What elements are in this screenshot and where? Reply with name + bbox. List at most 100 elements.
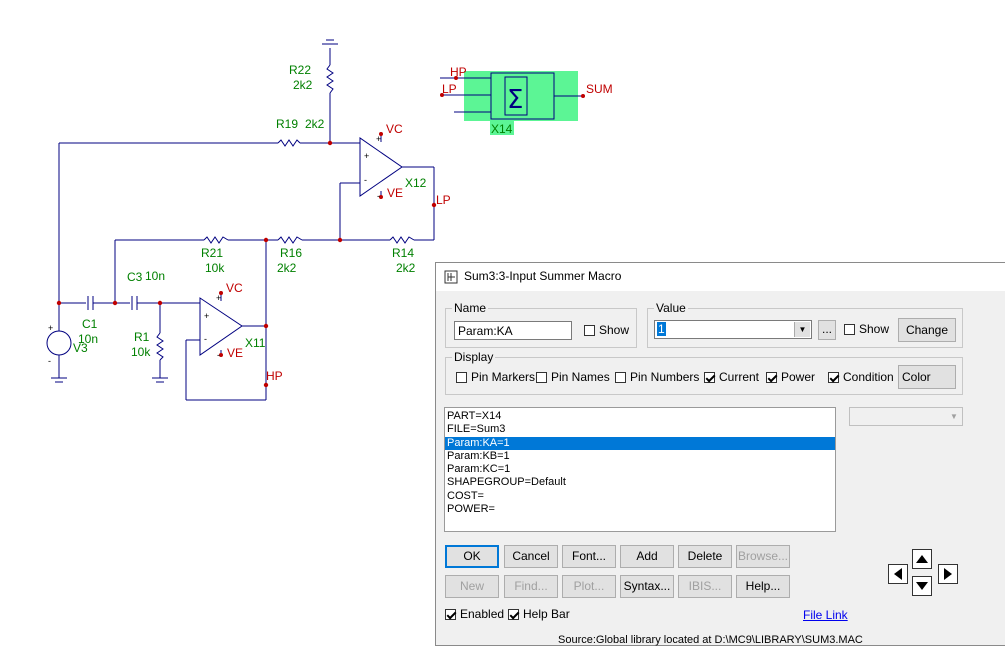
find-button[interactable]: Find... [504, 575, 558, 598]
list-item[interactable]: COST= [445, 490, 835, 503]
attribute-list[interactable]: PART=X14 FILE=Sum3 Param:KA=1 Param:KB=1… [444, 407, 836, 532]
svg-text:+: + [364, 151, 369, 161]
move-down-button[interactable] [912, 576, 932, 596]
name-show-checkbox[interactable]: Show [584, 323, 629, 337]
color-button[interactable]: Color [898, 365, 956, 389]
ibis-button[interactable]: IBIS... [678, 575, 732, 598]
source-status-text: Source:Global library located at D:\MC9\… [558, 634, 863, 646]
checkbox-label: Condition [843, 370, 894, 384]
resistor-r1 [156, 332, 164, 361]
c3-name: C3 [127, 270, 143, 284]
resistor-r19 [277, 139, 301, 147]
browse-button[interactable]: Browse... [736, 545, 790, 568]
macro-sum-label: SUM [586, 82, 613, 96]
vc-label-top: VC [386, 122, 403, 136]
checkbox-box [844, 324, 855, 335]
sigma-symbol: Σ [507, 85, 523, 115]
macro-x14-label: X14 [491, 122, 513, 136]
resistor-r21 [203, 236, 229, 244]
hp-label: HP [266, 369, 283, 383]
value-group-title: Value [654, 301, 688, 315]
list-item[interactable]: Param:KC=1 [445, 463, 835, 476]
enabled-checkbox[interactable]: Enabled [445, 607, 504, 621]
value-browse-button[interactable]: ... [818, 320, 836, 340]
disabled-dropdown: ▼ [849, 407, 963, 426]
r21-name: R21 [201, 246, 223, 260]
list-item[interactable]: PART=X14 [445, 410, 835, 423]
checkbox-box [445, 609, 456, 620]
add-button[interactable]: Add [620, 545, 674, 568]
svg-text:+: + [376, 134, 381, 144]
move-right-button[interactable] [938, 564, 958, 584]
delete-button[interactable]: Delete [678, 545, 732, 568]
new-button[interactable]: New [445, 575, 499, 598]
r19-value: 2k2 [305, 117, 325, 131]
cancel-button[interactable]: Cancel [504, 545, 558, 568]
move-left-button[interactable] [888, 564, 908, 584]
r21-value: 10k [205, 261, 225, 275]
change-button[interactable]: Change [898, 318, 956, 342]
help-bar-checkbox[interactable]: Help Bar [508, 607, 570, 621]
font-button[interactable]: Font... [562, 545, 616, 568]
r16-value: 2k2 [277, 261, 297, 275]
name-group-title: Name [452, 301, 489, 315]
plot-button[interactable]: Plot... [562, 575, 616, 598]
checkbox-box [828, 372, 839, 383]
list-item[interactable]: FILE=Sum3 [445, 423, 835, 436]
x11-label: X11 [245, 336, 266, 350]
help-button[interactable]: Help... [736, 575, 790, 598]
name-field[interactable]: Param:KA [454, 321, 572, 340]
macro-lp-label: LP [442, 82, 457, 96]
r22-value: 2k2 [293, 78, 313, 92]
resistor-r22 [326, 64, 334, 94]
move-up-button[interactable] [912, 549, 932, 569]
checkbox-box [615, 372, 626, 383]
resistor-r16 [277, 236, 303, 244]
checkbox-label: Help Bar [523, 607, 570, 621]
checkbox-box [766, 372, 777, 383]
pin-markers-checkbox[interactable]: Pin Markers [456, 370, 535, 384]
syntax-button[interactable]: Syntax... [620, 575, 674, 598]
pin-names-checkbox[interactable]: Pin Names [536, 370, 610, 384]
chevron-down-icon[interactable]: ▼ [794, 322, 810, 337]
dialog-titlebar[interactable]: Sum3:3-Input Summer Macro [436, 263, 1005, 291]
display-group-title: Display [452, 350, 496, 364]
lp-label: LP [436, 193, 451, 207]
checkbox-box [508, 609, 519, 620]
component-dialog[interactable]: Sum3:3-Input Summer Macro Name Param:KA … [435, 262, 1005, 646]
file-link[interactable]: File Link [803, 608, 848, 622]
current-checkbox[interactable]: Current [704, 370, 759, 384]
r14-name: R14 [392, 246, 414, 260]
checkbox-box [704, 372, 715, 383]
value-field[interactable]: 1 ▼ [654, 320, 812, 339]
list-item[interactable]: POWER= [445, 503, 835, 516]
r1-value: 10k [131, 345, 151, 359]
list-item-selected[interactable]: Param:KA=1 [445, 436, 835, 450]
vc-label-bottom: VC [226, 281, 243, 295]
macro-hp-label: HP [450, 65, 467, 79]
checkbox-label: Show [859, 322, 890, 336]
svg-text:-: - [377, 191, 380, 201]
x12-label: X12 [405, 176, 427, 190]
resistor-r14 [389, 236, 415, 244]
c1-name: C1 [82, 317, 98, 331]
value-group: Value 1 ▼ ... Show Change [647, 301, 963, 348]
checkbox-label: Power [781, 370, 816, 384]
svg-text:-: - [364, 175, 367, 185]
v3-label: V3 [73, 341, 88, 355]
ok-button[interactable]: OK [445, 545, 499, 568]
ve-label-bottom: VE [227, 346, 243, 360]
svg-text:-: - [204, 334, 207, 344]
ve-label-top: VE [387, 186, 403, 200]
power-checkbox[interactable]: Power [766, 370, 815, 384]
list-item[interactable]: Param:KB=1 [445, 450, 835, 463]
condition-checkbox[interactable]: Condition [828, 370, 894, 384]
svg-text:+: + [48, 323, 53, 333]
voltage-source-v3 [46, 330, 72, 356]
value-show-checkbox[interactable]: Show [844, 322, 889, 336]
arrow-up-icon [916, 555, 928, 563]
component-icon [444, 270, 458, 284]
value-field-text: 1 [657, 322, 666, 336]
list-item[interactable]: SHAPEGROUP=Default [445, 476, 835, 489]
pin-numbers-checkbox[interactable]: Pin Numbers [615, 370, 699, 384]
